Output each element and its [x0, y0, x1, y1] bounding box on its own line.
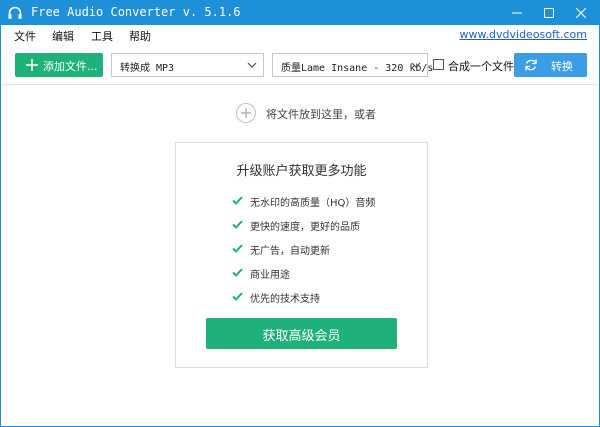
toolbar: 添加文件... 转换成 MP3 质量Lame Insane - 320 kb/s… [1, 45, 599, 85]
plus-icon [26, 59, 38, 71]
minimize-button[interactable] [501, 1, 533, 25]
drop-hint: 将文件放到这里，或者 [266, 108, 376, 121]
app-window: Free Audio Converter v. 5.1.6 文件 编辑 工具 帮… [0, 0, 600, 427]
chevron-down-icon [411, 62, 421, 68]
title-bar[interactable]: Free Audio Converter v. 5.1.6 [1, 1, 599, 25]
format-select-value: 转换成 MP3 [120, 63, 175, 74]
get-premium-label: 获取高级会员 [262, 329, 341, 344]
feature-text: 无水印的高质量（HQ）音频 [250, 198, 376, 209]
merge-label[interactable]: 合成一个文件 [448, 58, 514, 74]
check-icon [232, 220, 243, 229]
menu-edit[interactable]: 编辑 [52, 28, 74, 44]
maximize-button[interactable] [533, 1, 565, 25]
refresh-icon [525, 59, 537, 71]
close-button[interactable] [565, 1, 597, 25]
menu-file[interactable]: 文件 [14, 28, 36, 44]
menu-tools[interactable]: 工具 [91, 28, 113, 44]
get-premium-button[interactable]: 获取高级会员 [206, 318, 397, 349]
upgrade-panel: 升级账户获取更多功能 无水印的高质量（HQ）音频 更快的速度，更好的品质 无广告… [175, 142, 428, 368]
maximize-icon [544, 8, 554, 18]
feature-text: 无广告，自动更新 [250, 246, 330, 257]
format-select[interactable]: 转换成 MP3 [111, 53, 264, 77]
check-icon [232, 268, 243, 277]
check-icon [232, 196, 243, 205]
feature-text: 商业用途 [250, 270, 290, 281]
upgrade-title: 升级账户获取更多功能 [236, 164, 367, 179]
check-icon [232, 244, 243, 253]
minimize-icon [512, 12, 522, 14]
feature-text: 更快的速度，更好的品质 [250, 222, 360, 233]
close-icon [576, 8, 586, 18]
add-circle-icon[interactable] [236, 103, 256, 123]
add-files-label: 添加文件... [43, 60, 98, 73]
chevron-down-icon [247, 62, 257, 68]
feature-text: 优先的技术支持 [250, 294, 320, 305]
menu-help[interactable]: 帮助 [129, 28, 151, 44]
website-link[interactable]: www.dvdvideosoft.com [460, 28, 587, 41]
check-icon [232, 292, 243, 301]
headphones-icon [7, 5, 23, 21]
drop-area[interactable]: 将文件放到这里，或者 升级账户获取更多功能 无水印的高质量（HQ）音频 更快的速… [1, 86, 599, 426]
convert-button[interactable]: 转换 [514, 53, 587, 77]
add-files-button[interactable]: 添加文件... [15, 53, 103, 77]
convert-label: 转换 [551, 60, 573, 73]
menu-bar: 文件 编辑 工具 帮助 www.dvdvideosoft.com [1, 25, 599, 45]
merge-checkbox[interactable] [433, 59, 444, 70]
window-title: Free Audio Converter v. 5.1.6 [31, 5, 241, 19]
quality-select[interactable]: 质量Lame Insane - 320 kb/s [272, 53, 433, 77]
